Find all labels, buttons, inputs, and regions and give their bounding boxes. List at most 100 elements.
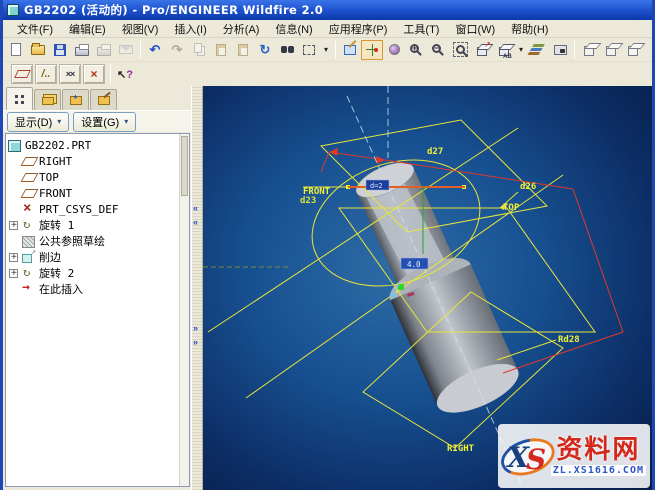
navigator-splitter[interactable]: « « » » — [191, 86, 203, 490]
dim-rd28-label[interactable]: Rd28 — [558, 335, 580, 345]
menu-help[interactable]: 帮助(H) — [503, 20, 556, 38]
saved-views-dropdown[interactable]: ▾ — [515, 40, 527, 60]
menu-applications[interactable]: 应用程序(P) — [321, 20, 396, 38]
datum-point-toggle-icon: ×× — [66, 69, 75, 79]
part-icon — [7, 139, 22, 151]
datum-csys-toggle-icon: × — [90, 67, 97, 81]
sketch-icon — [21, 235, 36, 247]
tree-scrollbar[interactable] — [179, 134, 189, 486]
tree-item-prt-csys-def[interactable]: PRT_CSYS_DEF — [7, 201, 188, 217]
tree-item-insert-here[interactable]: 在此插入 — [7, 281, 188, 297]
view-manager-icon — [554, 45, 567, 55]
zoom-out-button[interactable] — [427, 40, 449, 60]
new-file-button[interactable] — [5, 40, 27, 60]
spin-center-button[interactable] — [361, 40, 383, 60]
refit-button[interactable] — [449, 40, 471, 60]
settings-button[interactable]: 设置(G) — [73, 112, 136, 132]
datum-plane-toggle-icon — [14, 70, 31, 78]
tree-item-gb2202-prt[interactable]: GB2202.PRT — [7, 137, 188, 153]
repaint-button[interactable] — [339, 40, 361, 60]
expander-icon[interactable] — [9, 221, 18, 230]
paste-special-button — [232, 40, 254, 60]
no-hidden-button[interactable] — [622, 40, 644, 60]
regenerate-button[interactable]: ↻ — [254, 40, 276, 60]
menu-edit[interactable]: 编辑(E) — [61, 20, 114, 38]
menu-info[interactable]: 信息(N) — [267, 20, 320, 38]
tree-item-top[interactable]: TOP — [7, 169, 188, 185]
graphics-viewport[interactable]: d=2 4.0 FRONT d23 d27 d26 TOP Rd28 RIGHT… — [203, 86, 652, 490]
hidden-line-icon — [606, 46, 616, 56]
menu-view[interactable]: 视图(V) — [114, 20, 167, 38]
navigator-tabs — [3, 86, 191, 110]
orient-mode-button[interactable] — [383, 40, 405, 60]
expander-icon[interactable] — [9, 253, 18, 262]
datum-plane-icon — [21, 187, 36, 199]
collapse-left-icon[interactable]: « — [193, 204, 198, 213]
zoom-in-icon — [410, 44, 419, 53]
menu-analysis[interactable]: 分析(A) — [215, 20, 268, 38]
dim-d26-label[interactable]: d26 — [520, 182, 536, 192]
datum-plane-toggle[interactable] — [11, 64, 33, 84]
tree-button-row: 显示(D) 设置(G) — [3, 110, 191, 132]
show-button[interactable]: 显示(D) — [7, 112, 69, 132]
model-tree: GB2202.PRT RIGHT TOP FRONT PRT_CSYS_DEF — [5, 133, 190, 487]
undo-button[interactable]: ↶ — [144, 40, 166, 60]
dim-d23-label[interactable]: d23 — [300, 196, 316, 206]
paste-button — [210, 40, 232, 60]
watermark-logo: X S — [499, 427, 557, 485]
connections-tab[interactable] — [90, 89, 117, 110]
menu-tools[interactable]: 工具(T) — [395, 20, 447, 38]
tree-item-front[interactable]: FRONT — [7, 185, 188, 201]
datum-point-toggle[interactable]: ×× — [59, 64, 81, 84]
expand-right-icon[interactable]: » — [193, 338, 198, 347]
regenerate-icon: ↻ — [260, 43, 271, 56]
hidden-line-button[interactable] — [600, 40, 622, 60]
folder-stack-icon — [42, 97, 54, 105]
menu-insert[interactable]: 插入(I) — [166, 20, 214, 38]
new-file-icon — [11, 43, 21, 56]
copy-icon — [194, 43, 202, 53]
watermark-site-name: 资料网 — [556, 436, 640, 465]
expand-right-icon[interactable]: » — [193, 324, 198, 333]
menu-window[interactable]: 窗口(W) — [447, 20, 503, 38]
right-plane-label[interactable]: RIGHT — [447, 444, 475, 454]
favorites-folder-icon — [70, 96, 82, 105]
find-button[interactable] — [276, 40, 298, 60]
tree-item-chamfer[interactable]: 削边 — [7, 249, 188, 265]
tree-item-revolve-2[interactable]: 旋转 2 — [7, 265, 188, 281]
toolbar-separator — [110, 65, 111, 83]
datum-plane-icon — [21, 155, 36, 167]
datum-csys-toggle[interactable]: × — [83, 64, 105, 84]
context-help-button[interactable]: ↖? — [114, 64, 136, 84]
chevron-down-icon: ▾ — [324, 46, 328, 54]
datum-axis-toggle[interactable]: /.. — [35, 64, 57, 84]
menu-file[interactable]: 文件(F) — [9, 20, 61, 38]
tree-item-right[interactable]: RIGHT — [7, 153, 188, 169]
favorites-tab[interactable] — [62, 89, 89, 110]
save-button[interactable] — [49, 40, 71, 60]
print-icon — [75, 47, 89, 56]
select-area-button[interactable] — [298, 40, 320, 60]
select-area-icon — [303, 45, 315, 55]
open-file-button[interactable] — [27, 40, 49, 60]
tree-item-revolve-1[interactable]: 旋转 1 — [7, 217, 188, 233]
collapse-left-icon[interactable]: « — [193, 218, 198, 227]
model-tree-tab[interactable] — [6, 87, 33, 110]
view-manager-button[interactable] — [549, 40, 571, 60]
top-plane-label[interactable]: TOP — [503, 203, 520, 213]
navigator-panel: 显示(D) 设置(G) GB2202.PRT RIGHT TOP FRONT — [3, 86, 191, 490]
model-tree-icon — [15, 95, 24, 104]
dim-d27-label[interactable]: d27 — [427, 147, 443, 157]
zoom-in-button[interactable] — [405, 40, 427, 60]
select-area-dropdown[interactable]: ▾ — [320, 40, 332, 60]
wireframe-button[interactable] — [578, 40, 600, 60]
dim-tag-text[interactable]: 4.0 — [407, 260, 421, 269]
print-preview-icon — [97, 47, 111, 56]
print-button[interactable] — [71, 40, 93, 60]
reorient-view-button[interactable] — [471, 40, 493, 60]
folder-browser-tab[interactable] — [34, 89, 61, 110]
saved-views-button[interactable]: AB — [493, 40, 515, 60]
expander-icon[interactable] — [9, 269, 18, 278]
layers-button[interactable] — [527, 40, 549, 60]
dim-tag-text[interactable]: d=2 — [370, 182, 383, 190]
